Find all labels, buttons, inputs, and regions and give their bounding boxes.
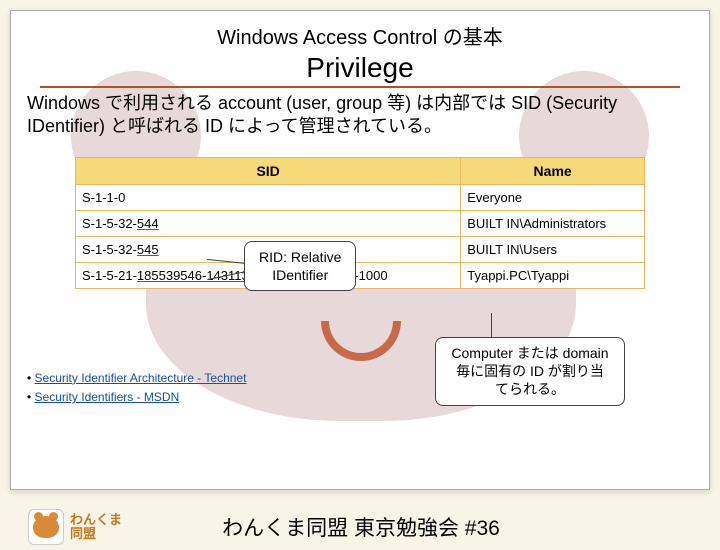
table-row: S-1-5-32-544 BUILT IN\Administrators [76, 210, 645, 236]
cell-name: BUILT IN\Users [461, 236, 645, 262]
slide-description: Windows で利用される account (user, group 等) は… [19, 92, 701, 139]
table-row: S-1-5-21-185539546-1431137498-1249753232… [76, 262, 645, 288]
cell-name: Tyappi.PC\Tyappi [461, 262, 645, 288]
rid-value: 544 [137, 216, 159, 231]
rid-value: 545 [137, 242, 159, 257]
ref-link-msdn[interactable]: Security Identifiers - MSDN [35, 390, 180, 404]
slide-card: Windows Access Control の基本 Privilege Win… [10, 10, 710, 490]
slide-heading-2: Privilege [19, 52, 701, 84]
table-row: S-1-5-32-545 BUILT IN\Users [76, 236, 645, 262]
table-header-row: SID Name [76, 157, 645, 184]
footer-title: わんくま同盟 東京勉強会 #36 [122, 512, 720, 542]
th-sid: SID [76, 157, 461, 184]
callout-rid: RID: Relative IDentifier [244, 241, 356, 291]
table-row: S-1-1-0 Everyone [76, 184, 645, 210]
heading-underline [40, 86, 680, 88]
footer-bar: わんくま 同盟 わんくま同盟 東京勉強会 #36 [0, 504, 720, 550]
logo-text: わんくま 同盟 [70, 513, 122, 542]
ref-link-technet[interactable]: Security Identifier Architecture - Techn… [35, 371, 247, 385]
slide-heading-1: Windows Access Control の基本 [19, 21, 701, 50]
cell-name: Everyone [461, 184, 645, 210]
th-name: Name [461, 157, 645, 184]
logo-bear-head [33, 516, 59, 538]
cell-sid: S-1-5-32-544 [76, 210, 461, 236]
callout-computer-id: Computer または domain 毎に固有の ID が割り当てられる。 [435, 337, 625, 406]
sid-table: SID Name S-1-1-0 Everyone S-1-5-32-544 B… [75, 157, 645, 289]
cell-sid: S-1-1-0 [76, 184, 461, 210]
cell-name: BUILT IN\Administrators [461, 210, 645, 236]
